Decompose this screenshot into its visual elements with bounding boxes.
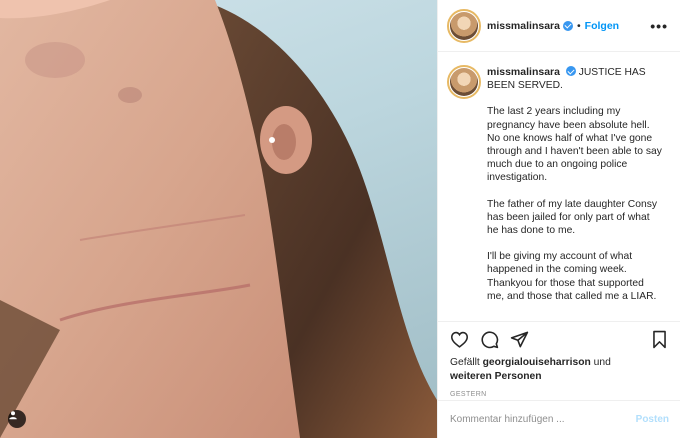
caption-paragraph: The father of my late daughter Consy has… bbox=[487, 198, 657, 237]
share-icon[interactable] bbox=[508, 328, 530, 350]
avatar[interactable] bbox=[447, 8, 481, 43]
heart-icon[interactable] bbox=[448, 328, 470, 350]
caption-paragraph: The last 2 years including my pregnancy … bbox=[487, 106, 662, 184]
separator-dot: • bbox=[576, 19, 581, 32]
verified-badge-icon bbox=[562, 20, 573, 31]
likes-prefix: Gefällt bbox=[450, 357, 480, 368]
author-username[interactable]: missmalinsara bbox=[487, 20, 560, 32]
post-image[interactable] bbox=[0, 0, 437, 438]
caption-verified-badge-icon bbox=[565, 66, 576, 76]
post-sidebar: missmalinsara • Folgen ••• missmalinsara… bbox=[437, 0, 680, 438]
user-tag-icon[interactable] bbox=[8, 410, 26, 428]
caption-paragraph: I'll be giving my account of what happen… bbox=[487, 251, 657, 302]
likes-summary: Gefällt georgialouiseharrison und weiter… bbox=[438, 356, 680, 383]
more-options-icon[interactable]: ••• bbox=[650, 18, 668, 34]
caption-username[interactable]: missmalinsara bbox=[487, 66, 560, 78]
caption-avatar[interactable] bbox=[447, 65, 481, 99]
post-header: missmalinsara • Folgen ••• bbox=[438, 0, 680, 52]
post-photo-graphic bbox=[0, 0, 437, 438]
follow-button[interactable]: Folgen bbox=[585, 20, 619, 32]
bookmark-icon[interactable] bbox=[648, 328, 670, 350]
post-date[interactable]: GESTERN bbox=[438, 383, 680, 398]
likes-others-link[interactable]: weiteren Personen bbox=[450, 371, 542, 382]
post-comment-button[interactable]: Posten bbox=[636, 414, 669, 425]
likes-user-link[interactable]: georgialouiseharrison bbox=[483, 357, 591, 368]
comment-icon[interactable] bbox=[478, 328, 500, 350]
action-bar bbox=[438, 322, 680, 356]
comment-bar: Posten bbox=[438, 400, 680, 438]
caption-text: missmalinsara JUSTICE HAS BEEN SERVED. T… bbox=[487, 66, 663, 321]
comment-input[interactable] bbox=[450, 414, 636, 425]
caption: missmalinsara JUSTICE HAS BEEN SERVED. T… bbox=[438, 52, 680, 322]
likes-connector: und bbox=[593, 357, 611, 368]
